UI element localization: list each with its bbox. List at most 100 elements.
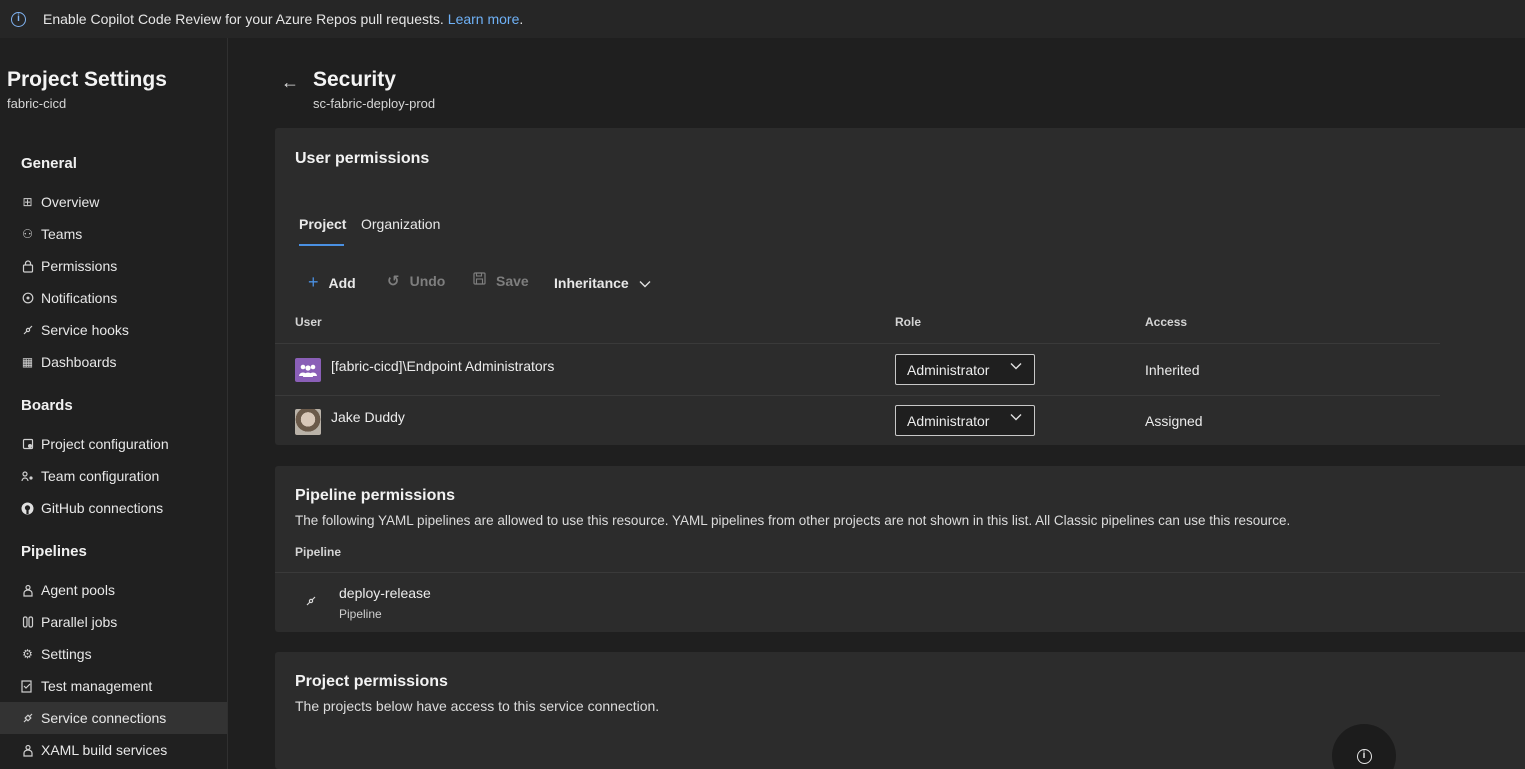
notifications-icon	[21, 292, 34, 305]
parallel-jobs-icon	[21, 616, 34, 629]
sidebar-item-label: Test management	[41, 678, 153, 694]
user-name: Jake Duddy	[331, 409, 405, 425]
column-header-role: Role	[895, 315, 922, 329]
sidebar-item-label: Dashboards	[41, 354, 117, 370]
role-select[interactable]: Administrator	[895, 405, 1035, 436]
user-permissions-title: User permissions	[295, 150, 430, 167]
sidebar-item-settings[interactable]: ⚙ Settings	[0, 638, 227, 670]
sidebar-item-team-configuration[interactable]: Team configuration	[0, 460, 227, 492]
table-row[interactable]: Jake Duddy Administrator Assigned	[275, 396, 1440, 448]
sidebar-item-label: Notifications	[41, 290, 118, 306]
access-value: Inherited	[1145, 362, 1200, 378]
sidebar-item-dashboards[interactable]: ▦ Dashboards	[0, 346, 227, 378]
info-icon: i	[1356, 748, 1372, 764]
save-button[interactable]: Save	[473, 272, 529, 289]
pipeline-name[interactable]: deploy-release	[339, 585, 431, 601]
undo-icon: ↺	[387, 273, 400, 290]
save-icon	[473, 272, 486, 289]
tab-project[interactable]: Project	[299, 216, 346, 232]
user-permissions-card: User permissions Project Organization + …	[275, 128, 1525, 445]
pipeline-icon	[305, 595, 317, 610]
sidebar-item-agent-pools[interactable]: Agent pools	[0, 574, 227, 606]
section-boards: Boards	[21, 397, 73, 414]
project-configuration-icon	[21, 438, 34, 451]
overview-icon: ⊞	[22, 195, 33, 209]
page-subtitle: sc-fabric-deploy-prod	[313, 96, 436, 111]
learn-more-link[interactable]: Learn more	[448, 11, 520, 27]
row-divider	[275, 572, 1525, 573]
sidebar-item-project-configuration[interactable]: Project configuration	[0, 428, 227, 460]
add-button[interactable]: + Add	[308, 272, 356, 293]
group-avatar	[295, 358, 321, 382]
permissions-icon	[21, 259, 34, 273]
pipeline-permissions-card: Pipeline permissions The following YAML …	[275, 466, 1525, 632]
settings-sidebar: Project Settings fabric-cicd General ⊞ O…	[0, 38, 228, 769]
inheritance-label: Inheritance	[554, 275, 629, 291]
access-value: Assigned	[1145, 413, 1203, 429]
pipeline-permissions-title: Pipeline permissions	[295, 487, 456, 504]
sidebar-item-label: Teams	[41, 226, 83, 242]
section-pipelines: Pipelines	[21, 543, 87, 560]
user-name: [fabric-cicd]\Endpoint Administrators	[331, 358, 555, 374]
sidebar-item-overview[interactable]: ⊞ Overview	[0, 186, 227, 218]
undo-button[interactable]: ↺ Undo	[387, 272, 445, 290]
sidebar-item-test-management[interactable]: Test management	[0, 670, 227, 702]
sidebar-item-service-connections[interactable]: Service connections	[0, 702, 227, 734]
sidebar-item-label: Overview	[41, 194, 100, 210]
sidebar-item-xaml-build-services[interactable]: XAML build services	[0, 734, 227, 766]
info-icon: i	[11, 11, 26, 27]
chevron-down-icon	[1010, 412, 1022, 424]
sidebar-item-label: Service hooks	[41, 322, 129, 338]
teams-icon: ⚇	[22, 227, 33, 241]
banner-text: Enable Copilot Code Review for your Azur…	[43, 11, 444, 27]
sidebar-item-service-hooks[interactable]: Service hooks	[0, 314, 227, 346]
undo-button-label: Undo	[409, 273, 446, 289]
project-name: fabric-cicd	[7, 96, 67, 111]
project-permissions-description: The projects below have access to this s…	[295, 698, 660, 714]
chevron-down-icon	[1010, 361, 1022, 373]
team-configuration-icon	[21, 470, 34, 483]
page-title: Security	[313, 68, 396, 91]
sidebar-item-label: Service connections	[41, 710, 167, 726]
sidebar-item-label: GitHub connections	[41, 500, 164, 516]
sidebar-item-github-connections[interactable]: GitHub connections	[0, 492, 227, 524]
sidebar-item-parallel-jobs[interactable]: Parallel jobs	[0, 606, 227, 638]
role-select[interactable]: Administrator	[895, 354, 1035, 385]
xaml-build-icon	[21, 744, 34, 757]
sidebar-item-label: XAML build services	[41, 742, 168, 758]
agent-pools-icon	[21, 584, 34, 597]
dashboards-icon: ▦	[21, 355, 34, 369]
project-permissions-title: Project permissions	[295, 673, 448, 690]
sidebar-item-teams[interactable]: ⚇ Teams	[0, 218, 227, 250]
settings-icon: ⚙	[22, 647, 33, 661]
service-connections-icon	[21, 712, 34, 725]
pipeline-permissions-description: The following YAML pipelines are allowed…	[295, 513, 1291, 528]
main-content: ← Security sc-fabric-deploy-prod User pe…	[229, 38, 1525, 769]
column-header-pipeline: Pipeline	[295, 545, 342, 559]
info-banner: i Enable Copilot Code Review for your Az…	[0, 0, 1525, 38]
sidebar-item-label: Settings	[41, 646, 92, 662]
sidebar-title: Project Settings	[7, 68, 167, 91]
sidebar-item-label: Agent pools	[41, 582, 115, 598]
active-tab-indicator	[299, 244, 344, 246]
banner-suffix: .	[519, 11, 524, 27]
sidebar-item-label: Permissions	[41, 258, 118, 274]
plus-icon: +	[308, 272, 319, 292]
table-row[interactable]: [fabric-cicd]\Endpoint Administrators Ad…	[275, 344, 1440, 396]
save-button-label: Save	[496, 272, 529, 289]
service-hooks-icon	[21, 324, 34, 337]
section-general: General	[21, 155, 77, 172]
user-photo-avatar	[295, 409, 321, 435]
sidebar-item-notifications[interactable]: Notifications	[0, 282, 227, 314]
tab-organization[interactable]: Organization	[361, 216, 440, 232]
github-icon	[21, 502, 34, 515]
sidebar-item-label: Parallel jobs	[41, 614, 118, 630]
back-arrow-icon[interactable]: ←	[281, 72, 299, 93]
sidebar-item-permissions[interactable]: Permissions	[0, 250, 227, 282]
pipeline-type: Pipeline	[339, 607, 382, 621]
role-value: Administrator	[907, 412, 990, 429]
test-management-icon	[21, 679, 34, 693]
inheritance-dropdown[interactable]: Inheritance	[554, 275, 651, 291]
add-button-label: Add	[328, 274, 356, 291]
sidebar-item-label: Team configuration	[41, 468, 160, 484]
